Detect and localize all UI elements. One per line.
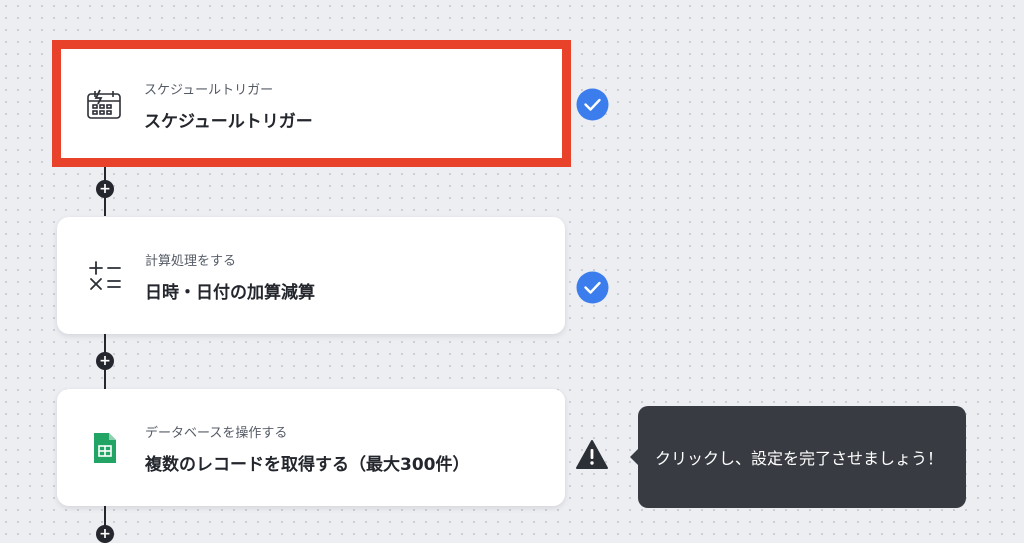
warning-icon (575, 438, 609, 472)
step-subtitle: スケジュールトリガー (144, 83, 274, 98)
setup-tooltip: クリックし、設定を完了させましょう！ (630, 406, 966, 508)
step-title: 複数のレコードを取得する（最大300件） (145, 455, 470, 475)
add-step-button[interactable]: + (96, 525, 114, 543)
step-subtitle: データベースを操作する (145, 426, 288, 441)
step-subtitle: 計算処理をする (145, 254, 237, 269)
google-sheets-icon (85, 428, 125, 468)
step-card-schedule-trigger[interactable]: スケジュールトリガー スケジュールトリガー (52, 40, 571, 167)
step-card-calculation[interactable]: 計算処理をする 日時・日付の加算減算 (57, 217, 565, 334)
step-card-database[interactable]: データベースを操作する 複数のレコードを取得する（最大300件） (57, 389, 565, 506)
calendar-clock-icon (84, 84, 124, 124)
step-title: 日時・日付の加算減算 (145, 283, 315, 303)
check-circle-icon (575, 87, 609, 121)
add-step-button[interactable]: + (96, 352, 114, 370)
tooltip-text: クリックし、設定を完了させましょう！ (655, 449, 944, 468)
calculator-operators-icon (85, 256, 125, 296)
step-title: スケジュールトリガー (144, 112, 313, 132)
add-step-button[interactable]: + (96, 180, 114, 198)
check-circle-icon (575, 270, 609, 304)
